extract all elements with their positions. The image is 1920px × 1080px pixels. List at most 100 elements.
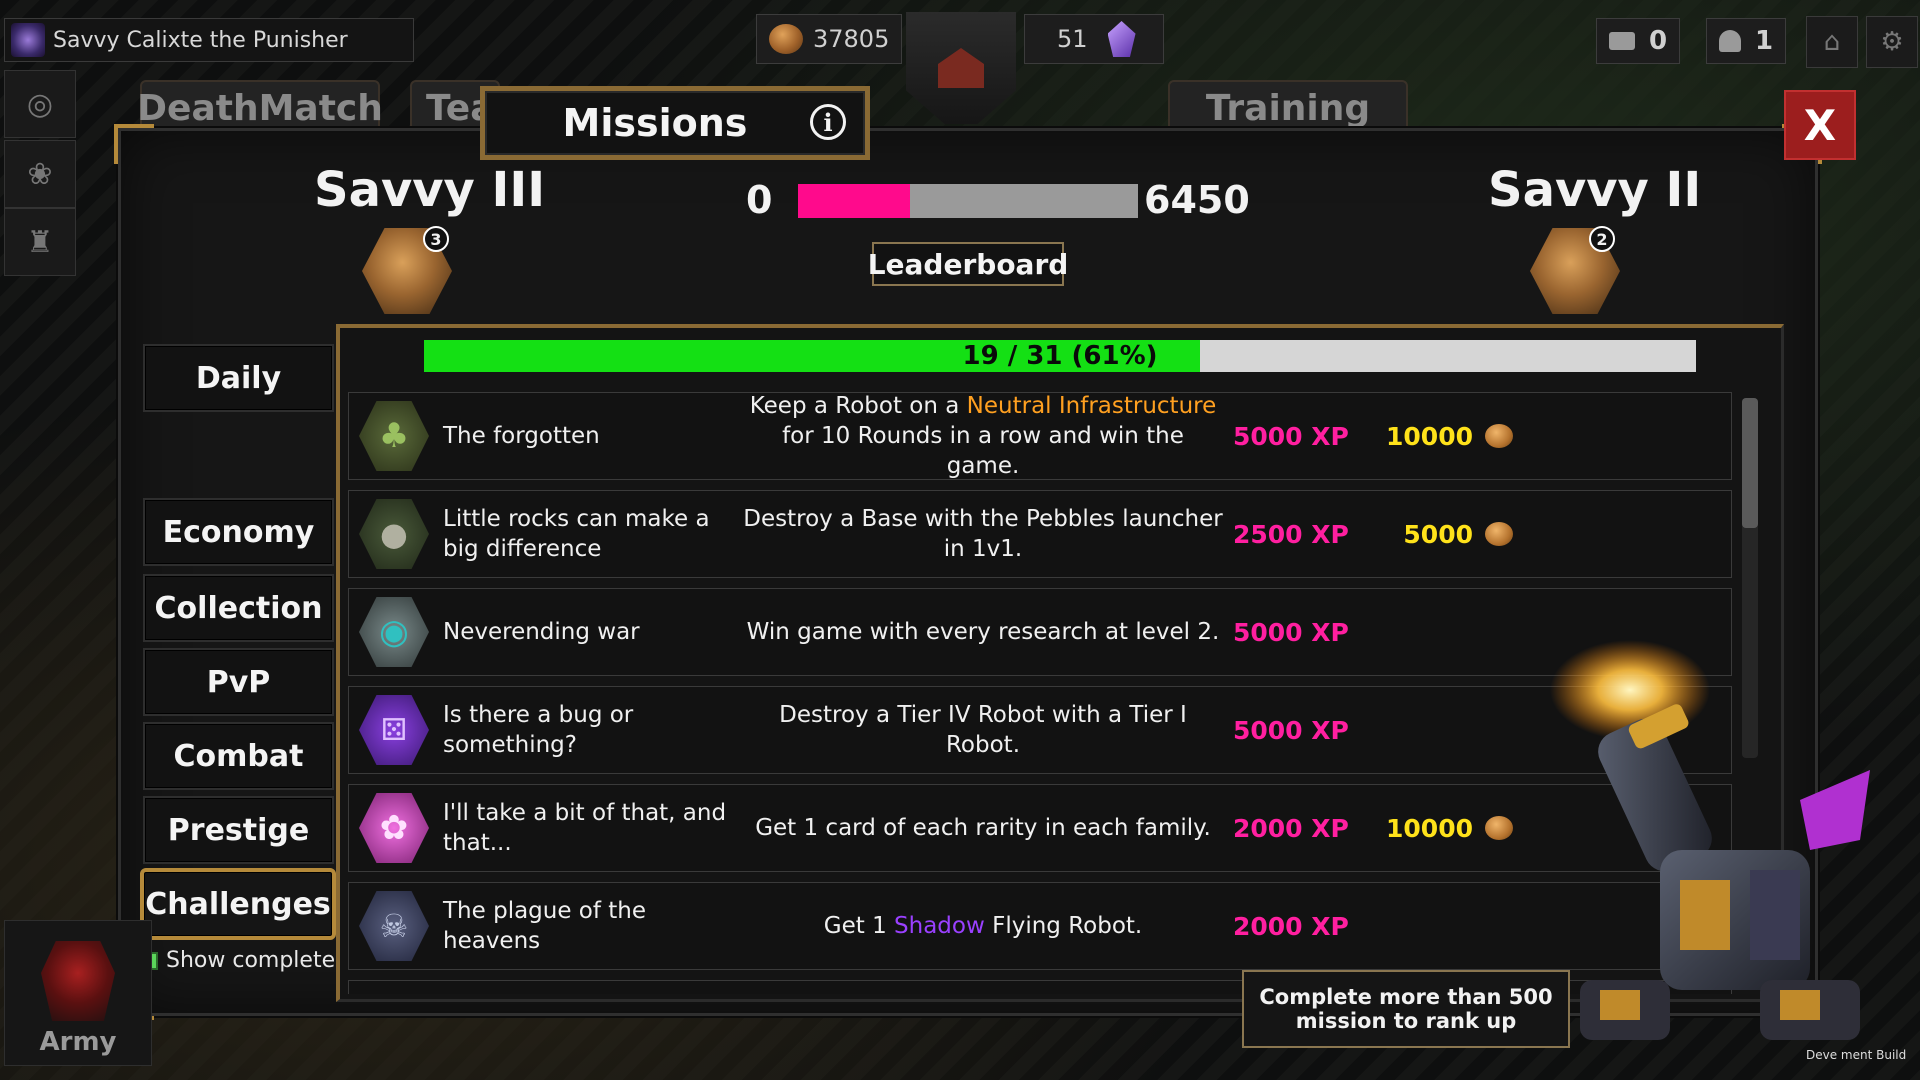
- mission-description: Get 1 card of each rarity in each family…: [755, 815, 1211, 841]
- flower-icon: ✿: [359, 793, 429, 863]
- mission-row[interactable]: ☠ The plague of the heavens Get 1 Shadow…: [348, 882, 1732, 970]
- tab-training-label: Training: [1205, 87, 1371, 129]
- coin-icon: [769, 24, 803, 54]
- mission-xp-reward: 2000 XP: [1233, 911, 1349, 941]
- category-label: Economy: [162, 514, 315, 550]
- target-icon: ◎: [26, 86, 54, 122]
- user-icon: [1719, 30, 1741, 52]
- leaderboard-label: Leaderboard: [867, 247, 1069, 281]
- lotus-icon: ❀: [27, 156, 53, 192]
- friends-button[interactable]: 1: [1706, 18, 1787, 64]
- missions-title-text: Missions: [562, 101, 748, 145]
- side-menu-button-1[interactable]: ◎: [4, 70, 76, 138]
- mission-description: Win game with every research at level 2.: [746, 619, 1220, 645]
- panel-corner-tl: [114, 124, 154, 164]
- mission-description-highlight: Neutral Infrastructure: [966, 393, 1217, 419]
- rank-up-tooltip: Complete more than 500 mission to rank u…: [1242, 970, 1570, 1048]
- category-label: Daily: [195, 360, 282, 396]
- settings-button[interactable]: ⚙: [1866, 16, 1918, 68]
- winged-skull-icon: ☠: [359, 891, 429, 961]
- category-label: Collection: [154, 590, 323, 626]
- mission-coin-reward: 10000: [1386, 813, 1473, 843]
- xp-max: 6450: [1144, 178, 1250, 222]
- category-prestige[interactable]: Prestige: [143, 796, 334, 864]
- mission-description-text: Get 1: [823, 913, 895, 939]
- messages-button[interactable]: 0: [1596, 18, 1681, 64]
- side-menu-button-2[interactable]: ❀: [4, 140, 76, 208]
- category-combat[interactable]: Combat: [143, 722, 334, 790]
- mission-description: Destroy a Base with the Pebbles launcher…: [743, 506, 1223, 562]
- friends-count: 1: [1755, 26, 1774, 56]
- close-icon: X: [1803, 100, 1837, 150]
- army-label: Army: [39, 1027, 117, 1057]
- home-button[interactable]: ⌂: [1806, 16, 1858, 68]
- category-challenges[interactable]: Challenges: [140, 868, 336, 940]
- coins-value: 37805: [813, 25, 890, 53]
- tab-deathmatch-label: DeathMatch: [137, 87, 383, 129]
- category-daily[interactable]: Daily: [143, 344, 334, 412]
- rank-xp-bar-fill: [798, 184, 911, 218]
- coin-icon: [1485, 816, 1513, 840]
- mission-name: I'll take a bit of that, and that...: [443, 800, 727, 856]
- missions-progress-text: 19 / 31 (61%): [962, 341, 1158, 371]
- shop-icon: [938, 48, 984, 88]
- pebbles-launcher-icon: ●: [359, 499, 429, 569]
- mission-description-highlight: Shadow: [894, 913, 985, 939]
- mission-row[interactable]: ♣ The forgotten Keep a Robot on a Neutra…: [348, 392, 1732, 480]
- current-rank-number: 3: [423, 226, 449, 252]
- rank-xp-bar: [798, 184, 1138, 218]
- coin-icon: [1485, 424, 1513, 448]
- mission-coin-reward: 5000: [1403, 519, 1473, 549]
- player-name-box[interactable]: Savvy Calixte the Punisher: [4, 18, 414, 62]
- mission-name: Neverending war: [443, 619, 640, 645]
- coin-icon: [1485, 522, 1513, 546]
- mission-row[interactable]: ◉ Neverending war Win game with every re…: [348, 588, 1732, 676]
- home-icon: ⌂: [1823, 27, 1841, 57]
- mission-name: The forgotten: [443, 423, 600, 449]
- mission-xp-reward: 2000 XP: [1233, 813, 1349, 843]
- mission-name: The plague of the heavens: [443, 898, 647, 954]
- category-label: Challenges: [145, 886, 331, 922]
- dice-icon: ⚄: [359, 695, 429, 765]
- army-button[interactable]: Army: [4, 920, 152, 1066]
- player-avatar-icon: [11, 23, 45, 57]
- mission-xp-reward: 2500 XP: [1233, 519, 1349, 549]
- mission-name: Is there a bug or something?: [443, 702, 634, 758]
- dev-build-label: Deve ment Build: [1806, 1048, 1907, 1062]
- mission-xp-reward: 5000 XP: [1233, 421, 1349, 451]
- missions-scroll-thumb[interactable]: [1742, 398, 1758, 528]
- category-pvp[interactable]: PvP: [143, 648, 334, 716]
- mission-description: Destroy a Tier IV Robot with a Tier I Ro…: [779, 702, 1187, 758]
- next-rank-title: Savvy II: [1488, 162, 1702, 218]
- category-collection[interactable]: Collection: [143, 574, 334, 642]
- side-menu-button-3[interactable]: ♜: [4, 208, 76, 276]
- current-rank-title: Savvy III: [314, 162, 546, 218]
- mission-row[interactable]: ● Little rocks can make a big difference…: [348, 490, 1732, 578]
- category-label: Combat: [173, 738, 304, 774]
- eye-icon: ◉: [359, 597, 429, 667]
- mission-coin-reward: 10000: [1386, 421, 1473, 451]
- chat-icon: [1609, 32, 1635, 50]
- category-economy[interactable]: Economy: [143, 498, 334, 566]
- mission-name: Little rocks can make a big difference: [443, 506, 710, 562]
- gear-icon: ⚙: [1880, 27, 1904, 57]
- crystals-value: 51: [1057, 25, 1088, 53]
- category-label: Prestige: [167, 812, 310, 848]
- close-button[interactable]: X: [1784, 90, 1856, 160]
- mission-xp-reward: 5000 XP: [1233, 617, 1349, 647]
- shop-button[interactable]: [906, 12, 1016, 124]
- leaderboard-button[interactable]: Leaderboard: [868, 242, 1068, 286]
- show-completed-toggle[interactable]: Show completed: [140, 948, 349, 973]
- info-icon[interactable]: i: [810, 104, 846, 140]
- mission-description: Keep a Robot on a Neutral Infrastructure…: [743, 391, 1223, 481]
- player-name: Savvy Calixte the Punisher: [53, 27, 348, 53]
- mission-description-text: Flying Robot.: [984, 913, 1143, 939]
- mission-row[interactable]: ⚄ Is there a bug or something? Destroy a…: [348, 686, 1732, 774]
- crystal-icon: [1107, 21, 1136, 57]
- helmet-icon: [41, 941, 115, 1021]
- show-completed-label: Show completed: [166, 948, 350, 973]
- mission-description-text: for 10 Rounds in a row and win the game.: [782, 423, 1184, 479]
- castle-icon: ♜: [26, 224, 54, 260]
- mission-row[interactable]: ✿ I'll take a bit of that, and that... G…: [348, 784, 1732, 872]
- next-rank-number: 2: [1589, 226, 1615, 252]
